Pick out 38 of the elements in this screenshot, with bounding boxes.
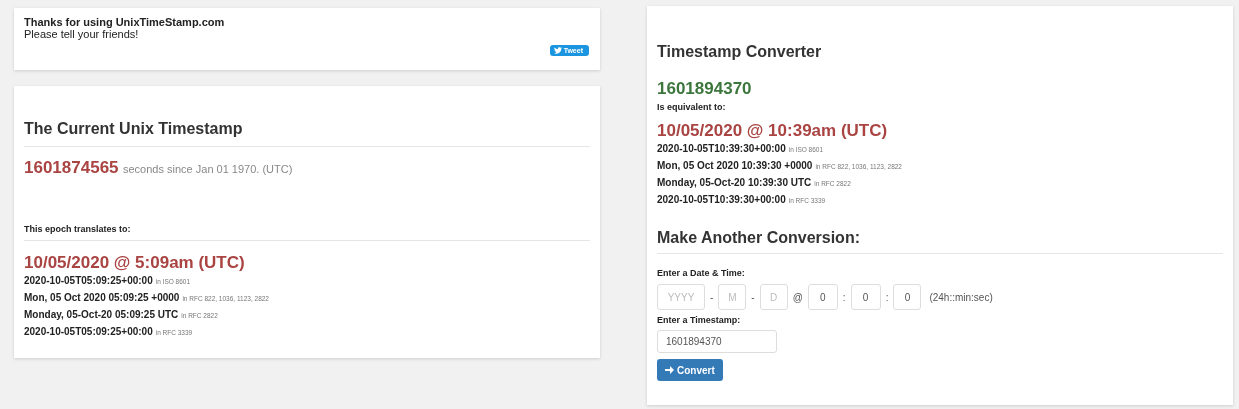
separator: - bbox=[710, 291, 714, 303]
timestamp-value: 1601894370 bbox=[657, 79, 753, 99]
date-format: Mon, 05 Oct 2020 10:39:30 +0000 bbox=[657, 160, 813, 171]
date-format: Monday, 05-Oct-20 10:39:30 UTC bbox=[657, 177, 812, 188]
section-label: This epoch translates to: bbox=[24, 224, 132, 234]
input-field[interactable]: 0 bbox=[807, 284, 838, 310]
date-format: 2020-10-05T10:39:30+00:00 bbox=[657, 143, 786, 154]
separator: @ bbox=[792, 291, 803, 303]
input-field[interactable]: M bbox=[718, 284, 747, 310]
separator: - bbox=[751, 291, 755, 303]
input-field[interactable]: 1601894370 bbox=[657, 330, 777, 353]
date-format: Monday, 05-Oct-20 05:09:25 UTC bbox=[24, 309, 179, 320]
input-field[interactable]: 0 bbox=[893, 284, 922, 310]
field-label: Enter a Date & Time: bbox=[657, 268, 746, 278]
date-format: 2020-10-05T10:39:30+00:00 bbox=[657, 194, 786, 205]
convert-button[interactable]: Convert bbox=[657, 359, 723, 381]
timestamp-value: 1601874565 bbox=[24, 158, 119, 177]
section-heading: Make Another Conversion: bbox=[657, 229, 861, 247]
section-heading: The Current Unix Timestamp bbox=[24, 120, 244, 138]
input-field[interactable]: D bbox=[759, 284, 788, 310]
format-hint: (24h::min:sec) bbox=[929, 291, 993, 303]
date-value: 10/05/2020 @ 10:39am (UTC) bbox=[657, 121, 889, 141]
share-text: Please tell your friends! bbox=[24, 28, 140, 40]
date-value: 10/05/2020 @ 5:09am (UTC) bbox=[24, 253, 246, 273]
separator: : bbox=[842, 291, 846, 303]
input-field[interactable]: YYYY bbox=[657, 284, 705, 310]
input-field[interactable]: 0 bbox=[850, 284, 881, 310]
date-format: 2020-10-05T05:09:25+00:00 bbox=[24, 275, 153, 286]
separator: : bbox=[885, 291, 889, 303]
arrow-right-icon bbox=[665, 366, 674, 374]
section-label: Is equivalent to: bbox=[657, 102, 727, 112]
date-format: Mon, 05 Oct 2020 05:09:25 +0000 bbox=[24, 292, 180, 303]
timestamp-caption: seconds since Jan 01 1970. (UTC) bbox=[123, 163, 293, 175]
date-format: 2020-10-05T05:09:25+00:00 bbox=[24, 326, 153, 337]
share-title: Thanks for using UnixTimeStamp.com bbox=[24, 16, 226, 28]
bird-icon bbox=[553, 47, 562, 54]
field-label: Enter a Timestamp: bbox=[657, 315, 742, 325]
section-heading: Timestamp Converter bbox=[657, 43, 823, 61]
